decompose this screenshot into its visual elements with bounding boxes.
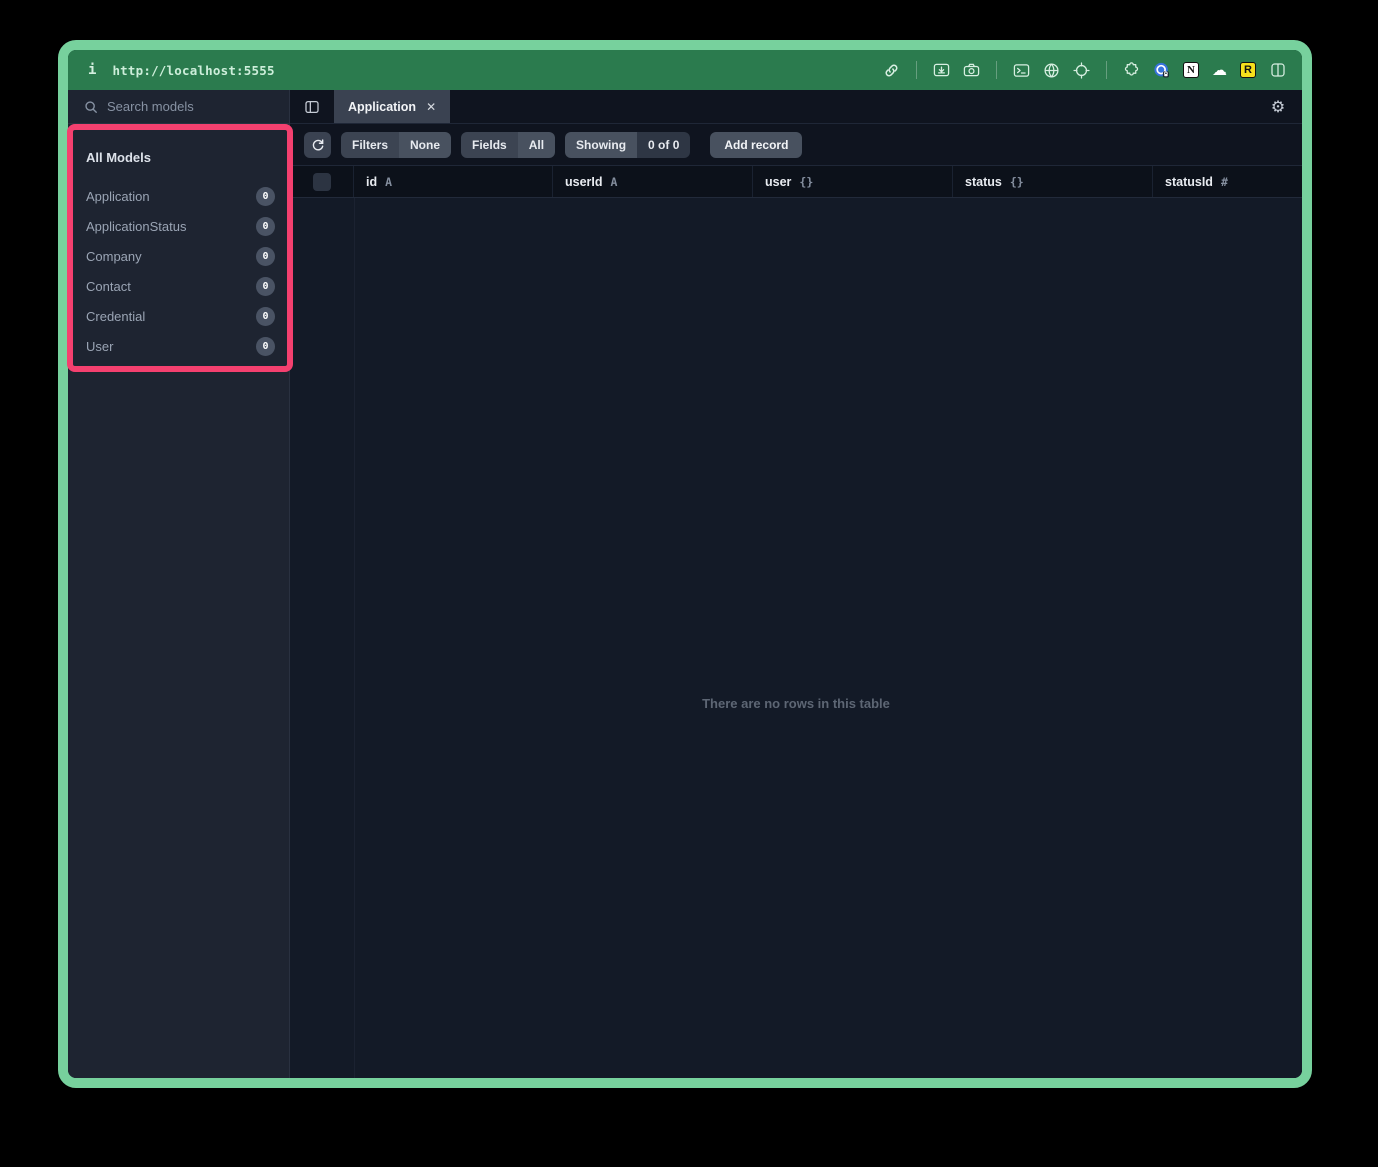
sidebar-item-application[interactable]: Application 0 [86, 181, 275, 211]
onepassword-icon[interactable] [1153, 62, 1170, 79]
column-header-statusid[interactable]: statusId # [1153, 166, 1302, 197]
column-name: user [765, 175, 791, 189]
table-toolbar: Filters None Fields All Showing 0 of 0 A… [290, 124, 1302, 166]
model-label: Contact [86, 279, 131, 294]
filters-button[interactable]: Filters None [341, 132, 451, 158]
fields-label: Fields [461, 132, 518, 158]
column-name: id [366, 175, 377, 189]
filters-value: None [399, 132, 451, 158]
table-header: id A userId A user {} status {} [290, 166, 1302, 198]
browser-window: i http://localhost:5555 [58, 40, 1312, 1088]
tab-bar: Application ✕ ⚙ [290, 90, 1302, 124]
column-header-status[interactable]: status {} [953, 166, 1153, 197]
refresh-button[interactable] [304, 132, 331, 158]
column-type-string-icon: A [385, 175, 392, 189]
screenshot-frame-icon[interactable] [933, 62, 950, 79]
notion-icon[interactable]: N [1183, 62, 1199, 78]
table-body: There are no rows in this table [290, 198, 1302, 1078]
sidebar-item-company[interactable]: Company 0 [86, 241, 275, 271]
search-models-input[interactable]: Search models [68, 90, 289, 124]
column-header-id[interactable]: id A [354, 166, 553, 197]
tab-label: Application [348, 100, 416, 114]
fields-value: All [518, 132, 555, 158]
column-type-object-icon: {} [1010, 175, 1024, 189]
column-name: status [965, 175, 1002, 189]
column-type-object-icon: {} [799, 175, 813, 189]
model-label: User [86, 339, 113, 354]
refined-github-icon[interactable]: R [1240, 62, 1256, 78]
tab-application[interactable]: Application ✕ [334, 90, 450, 123]
showing-label: Showing [565, 132, 637, 158]
toolbar-divider [916, 61, 917, 79]
cloud-icon[interactable]: ☁ [1212, 63, 1227, 78]
fields-button[interactable]: Fields All [461, 132, 555, 158]
gear-icon[interactable]: ⚙ [1254, 90, 1302, 123]
column-divider [354, 198, 355, 1078]
camera-icon[interactable] [963, 62, 980, 79]
sidebar-item-user[interactable]: User 0 [86, 331, 275, 361]
select-all-cell [290, 166, 354, 197]
model-count-badge: 0 [256, 247, 275, 266]
toolbar-divider [1106, 61, 1107, 79]
model-label: Credential [86, 309, 145, 324]
model-label: Application [86, 189, 150, 204]
search-icon [84, 100, 98, 114]
terminal-icon[interactable] [1013, 62, 1030, 79]
table-panel: Application ✕ ⚙ Filters [290, 90, 1302, 1078]
model-count-badge: 0 [256, 307, 275, 326]
model-label: ApplicationStatus [86, 219, 186, 234]
empty-table-message: There are no rows in this table [702, 696, 890, 711]
models-sidebar: Search models All Models Application 0 A… [68, 90, 290, 1078]
crosshair-icon[interactable] [1073, 62, 1090, 79]
browser-titlebar: i http://localhost:5555 [68, 50, 1302, 90]
refresh-icon [311, 138, 325, 152]
toolbar-divider [996, 61, 997, 79]
showing-value: 0 of 0 [637, 132, 690, 158]
address-url[interactable]: http://localhost:5555 [112, 63, 274, 78]
add-record-button[interactable]: Add record [710, 132, 802, 158]
model-count-badge: 0 [256, 187, 275, 206]
model-label: Company [86, 249, 142, 264]
select-all-checkbox[interactable] [313, 173, 331, 191]
sidebar-item-applicationstatus[interactable]: ApplicationStatus 0 [86, 211, 275, 241]
globe-icon[interactable] [1043, 62, 1060, 79]
filters-label: Filters [341, 132, 399, 158]
column-type-number-icon: # [1221, 175, 1228, 189]
column-type-string-icon: A [611, 175, 618, 189]
link-icon[interactable] [883, 62, 900, 79]
model-count-badge: 0 [256, 277, 275, 296]
sidebar-toggle-icon[interactable] [290, 90, 334, 123]
sidebar-item-contact[interactable]: Contact 0 [86, 271, 275, 301]
showing-indicator: Showing 0 of 0 [565, 132, 690, 158]
model-count-badge: 0 [256, 337, 275, 356]
desktop-background: i http://localhost:5555 [0, 0, 1378, 1167]
window-content: Search models All Models Application 0 A… [68, 90, 1302, 1078]
search-placeholder: Search models [107, 99, 194, 114]
models-list: All Models Application 0 ApplicationStat… [68, 124, 289, 361]
column-header-user[interactable]: user {} [753, 166, 953, 197]
column-name: statusId [1165, 175, 1213, 189]
sidebar-item-credential[interactable]: Credential 0 [86, 301, 275, 331]
tabbar-spacer [450, 90, 1254, 123]
model-count-badge: 0 [256, 217, 275, 236]
column-header-userid[interactable]: userId A [553, 166, 753, 197]
column-name: userId [565, 175, 603, 189]
page-info-icon[interactable]: i [88, 62, 96, 78]
split-view-icon[interactable] [1269, 62, 1286, 79]
extensions-puzzle-icon[interactable] [1123, 62, 1140, 79]
models-section-title: All Models [86, 150, 275, 165]
close-icon[interactable]: ✕ [426, 100, 436, 114]
